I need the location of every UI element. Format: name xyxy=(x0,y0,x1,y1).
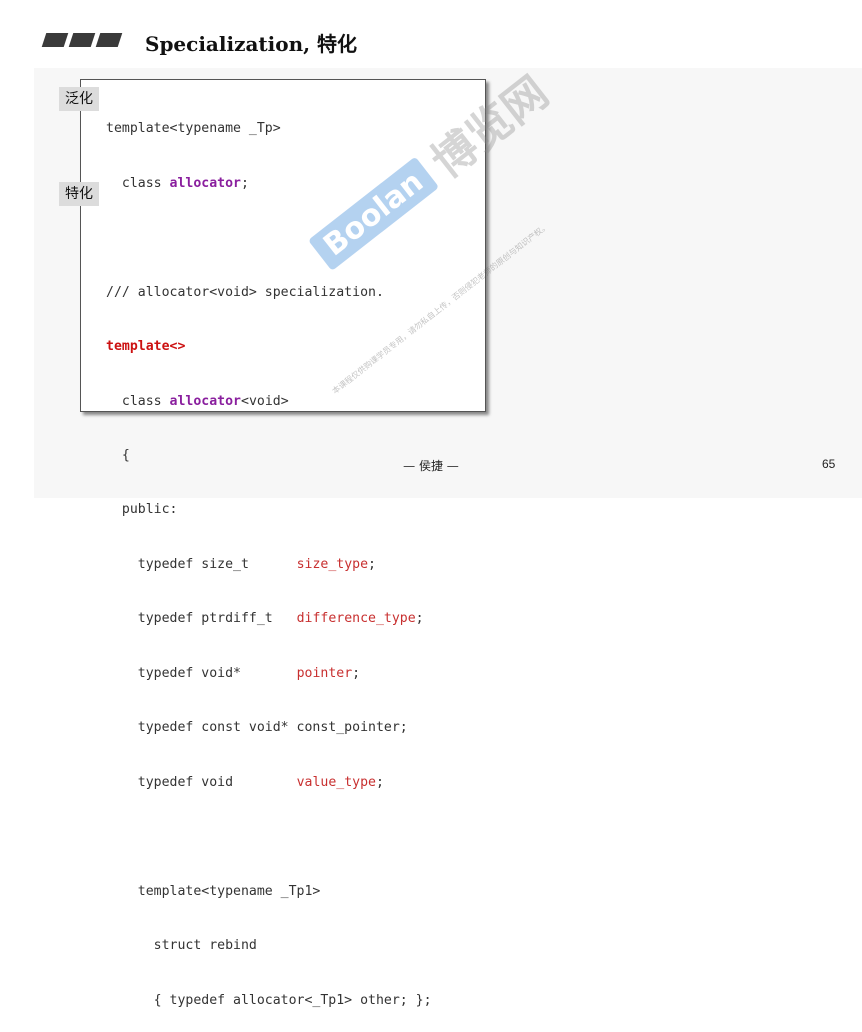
code-line: typedef ptrdiff_t difference_type; xyxy=(106,611,424,627)
code-line: class allocator<void> xyxy=(106,393,289,409)
code-line: template<typename _Tp1> xyxy=(106,883,321,899)
class-name: allocator xyxy=(169,175,241,191)
code-line: typedef void value_type; xyxy=(106,774,384,790)
code-line: typedef void* pointer; xyxy=(106,665,361,681)
code-line: public: xyxy=(106,502,178,518)
code-line: typedef size_t size_type; xyxy=(106,556,376,572)
page-number: 65 xyxy=(822,457,836,471)
code-line: class allocator; xyxy=(106,175,249,191)
code-comment: /// allocator<void> specialization. xyxy=(106,284,384,300)
code-line: struct rebind xyxy=(106,938,257,954)
code-line: template<typename _Tp> xyxy=(106,121,281,137)
type-name: value_type xyxy=(296,774,376,790)
generalization-label: 泛化 xyxy=(59,87,99,111)
code-keyword-line: template<> xyxy=(106,339,186,355)
type-name: size_type xyxy=(296,556,369,572)
type-name: difference_type xyxy=(296,611,416,627)
slide-title: Specialization, 特化 xyxy=(145,32,358,56)
specialization-label: 特化 xyxy=(59,182,99,206)
footer-author: — 侯捷 — xyxy=(403,459,459,473)
type-name: pointer xyxy=(296,665,353,681)
code-listing: template<typename _Tp> class allocator; … xyxy=(106,84,432,1032)
code-line: typedef const void* const_pointer; xyxy=(106,720,408,736)
class-name: allocator xyxy=(169,393,241,409)
code-line: { typedef allocator<_Tp1> other; }; xyxy=(106,992,432,1008)
